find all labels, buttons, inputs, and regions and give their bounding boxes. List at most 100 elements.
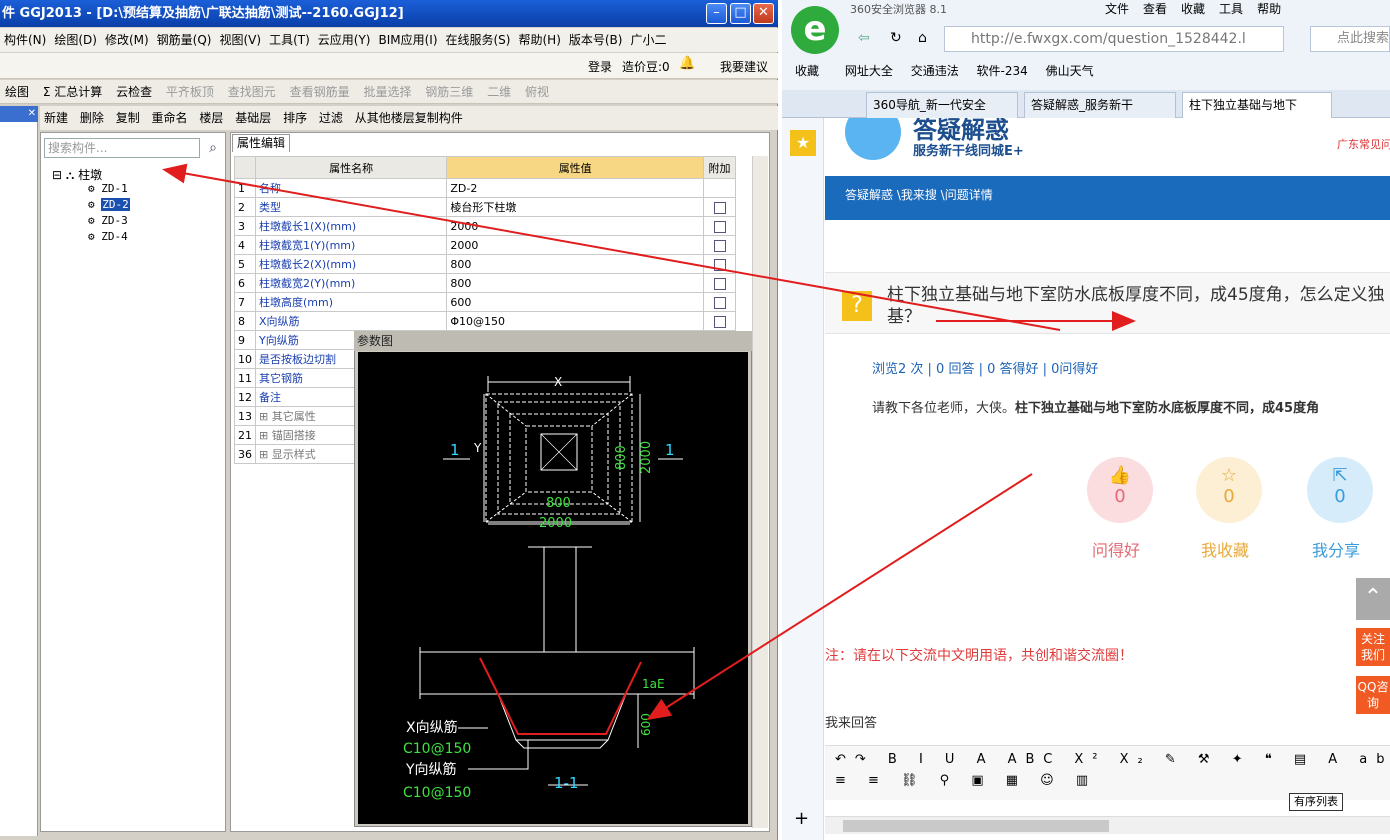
qq-consult-button[interactable]: QQ咨询 (1356, 676, 1390, 714)
refresh-icon[interactable]: ↻ (890, 30, 902, 46)
horizontal-scrollbar[interactable] (825, 816, 1390, 834)
address-text[interactable]: http://e.fwxgx.com/question_1528442.l (971, 31, 1246, 47)
menu-help[interactable]: 帮助 (1257, 2, 1281, 16)
menu-draw[interactable]: 绘图(D) (54, 33, 97, 47)
attach-checkbox[interactable] (713, 239, 726, 252)
tab-property-edit[interactable]: 属性编辑 (232, 134, 290, 152)
prop-value[interactable]: 棱台形下柱墩 (446, 197, 705, 217)
prop-value[interactable]: 600 (446, 292, 705, 312)
share-button[interactable]: ⇱ 0 (1307, 457, 1373, 523)
tree-root[interactable]: ⊟ ⛬ 柱墩 (52, 166, 102, 183)
prop-value[interactable]: 2000 (446, 235, 705, 255)
rebar-3d-button[interactable]: 钢筋三维 (425, 85, 473, 99)
add-icon[interactable]: + (794, 808, 809, 829)
menu-component[interactable]: 构件(N) (4, 33, 46, 47)
table-row[interactable]: 8 X向纵筋 Φ10@150 (234, 311, 736, 331)
search-icon[interactable]: ⌕ (203, 138, 223, 158)
menu-help[interactable]: 帮助(H) (518, 33, 560, 47)
table-row[interactable]: 6 柱墩截宽2(Y)(mm) 800 (234, 273, 736, 293)
filter-button[interactable]: 过滤 (319, 111, 343, 125)
expand-icon[interactable]: ⊞ (259, 448, 272, 461)
delete-button[interactable]: 删除 (80, 111, 104, 125)
property-scrollbar[interactable] (752, 156, 768, 828)
attach-checkbox[interactable] (713, 258, 726, 271)
table-row[interactable]: 2 类型 棱台形下柱墩 (234, 197, 736, 217)
menu-file[interactable]: 文件 (1105, 2, 1129, 16)
sort-button[interactable]: 排序 (283, 111, 307, 125)
breadcrumb-text[interactable]: 答疑解惑 \我来搜 \问题详情 (845, 188, 993, 202)
bookmark-traffic[interactable]: 交通违法 (911, 64, 959, 78)
menu-rebar[interactable]: 钢筋量(Q) (157, 33, 212, 47)
prop-value[interactable]: 2000 (446, 216, 705, 236)
tree-item[interactable]: ⚙ ZD-1 (88, 182, 128, 195)
flat-top-button[interactable]: 平齐板顶 (166, 85, 214, 99)
expand-icon[interactable]: ⊞ (259, 429, 272, 442)
copy-from-floor-button[interactable]: 从其他楼层复制构件 (355, 111, 463, 125)
menu-version[interactable]: 版本号(B) (569, 33, 623, 47)
menu-tools[interactable]: 工具(T) (269, 33, 310, 47)
minimize-button[interactable]: – (706, 3, 727, 24)
bookmark-software[interactable]: 软件-234 (977, 64, 1028, 78)
attach-checkbox[interactable] (713, 315, 726, 328)
view-top-select[interactable]: 俯视 (525, 85, 549, 99)
floor-select[interactable]: 基础层 (235, 111, 271, 125)
find-element-button[interactable]: 查找图元 (228, 85, 276, 99)
home-icon[interactable]: ⌂ (918, 30, 927, 46)
prop-value[interactable]: ZD-2 (446, 178, 705, 198)
draw-button[interactable]: 绘图 (5, 85, 29, 99)
login-link[interactable]: 登录 (588, 58, 612, 75)
table-row[interactable]: 3 柱墩截长1(X)(mm) 2000 (234, 216, 736, 236)
action-label[interactable]: 我分享 (1312, 537, 1360, 561)
table-row[interactable]: 7 柱墩高度(mm) 600 (234, 292, 736, 312)
view-rebar-button[interactable]: 查看钢筋量 (290, 85, 350, 99)
thumb-button[interactable]: 👍 0 (1087, 457, 1153, 523)
copy-button[interactable]: 复制 (116, 111, 140, 125)
editor-buttons[interactable]: ↶↷ B I U A ABC X² X₂ ✎ ⚒ ✦ ❝ ▤ A ab ☰ ☰ … (825, 746, 1390, 773)
scroll-top-button[interactable]: ⌃ (1356, 578, 1390, 620)
menu-online[interactable]: 在线服务(S) (446, 33, 511, 47)
table-row[interactable]: 1 名称 ZD-2 (234, 178, 736, 198)
menu-bim[interactable]: BIM应用(I) (378, 33, 437, 47)
follow-us-button[interactable]: 关注我们 (1356, 628, 1390, 666)
prop-value[interactable]: 800 (446, 254, 705, 274)
browser-tab[interactable]: 答疑解惑_服务新干 (1024, 92, 1176, 118)
menu-tools[interactable]: 工具 (1219, 2, 1243, 16)
bookmark-nav[interactable]: 网址大全 (845, 64, 893, 78)
address-bar[interactable]: http://e.fwxgx.com/question_1528442.l (944, 26, 1284, 52)
prop-value[interactable]: 800 (446, 273, 705, 293)
attach-checkbox[interactable] (713, 220, 726, 233)
menu-cloud[interactable]: 云应用(Y) (318, 33, 371, 47)
browser-tab-active[interactable]: 柱下独立基础与地下 (1182, 92, 1332, 118)
expand-icon[interactable]: ⊞ (259, 410, 272, 423)
new-button[interactable]: 新建 (44, 111, 68, 125)
maximize-button[interactable]: □ (730, 3, 751, 24)
attach-checkbox[interactable] (713, 296, 726, 309)
star-icon[interactable]: ★ (790, 130, 816, 156)
menu-view[interactable]: 查看 (1143, 2, 1167, 16)
batch-select-button[interactable]: 批量选择 (363, 85, 411, 99)
back-icon[interactable]: ⇦ (858, 30, 870, 46)
attach-checkbox[interactable] (713, 201, 726, 214)
bell-icon[interactable]: 🔔 (679, 56, 695, 71)
param-diagram-title[interactable]: 参数图 (354, 331, 752, 351)
component-search-input[interactable]: 搜索构件... (44, 138, 200, 158)
rename-button[interactable]: 重命名 (152, 111, 188, 125)
menu-modify[interactable]: 修改(M) (105, 33, 149, 47)
attach-checkbox[interactable] (713, 277, 726, 290)
menu-favorites[interactable]: 收藏 (1181, 2, 1205, 16)
suggest-link[interactable]: 我要建议 (720, 58, 768, 75)
close-button[interactable]: ✕ (753, 3, 774, 24)
bookmark-weather[interactable]: 佛山天气 (1046, 64, 1094, 78)
site-right-link[interactable]: 广东常见问 (1337, 136, 1390, 152)
browser-tab[interactable]: 360导航_新一代安全 (866, 92, 1018, 118)
tree-item[interactable]: ⚙ ZD-3 (88, 214, 128, 227)
editor-buttons-row2[interactable]: ≡ ≡ ⛓ ⚲ ▣ ▦ ☺ ▥ (825, 773, 1390, 788)
sum-calc-button[interactable]: Σ 汇总计算 (43, 85, 102, 99)
action-label[interactable]: 我收藏 (1201, 537, 1249, 561)
tree-item[interactable]: ⚙ ZD-4 (88, 230, 128, 243)
prop-value[interactable]: Φ10@150 (446, 311, 705, 331)
table-row[interactable]: 4 柱墩截宽1(Y)(mm) 2000 (234, 235, 736, 255)
cloud-check-button[interactable]: 云检查 (116, 85, 152, 99)
table-row[interactable]: 5 柱墩截长2(X)(mm) 800 (234, 254, 736, 274)
bookmark-favorites[interactable]: 收藏 (795, 64, 819, 78)
